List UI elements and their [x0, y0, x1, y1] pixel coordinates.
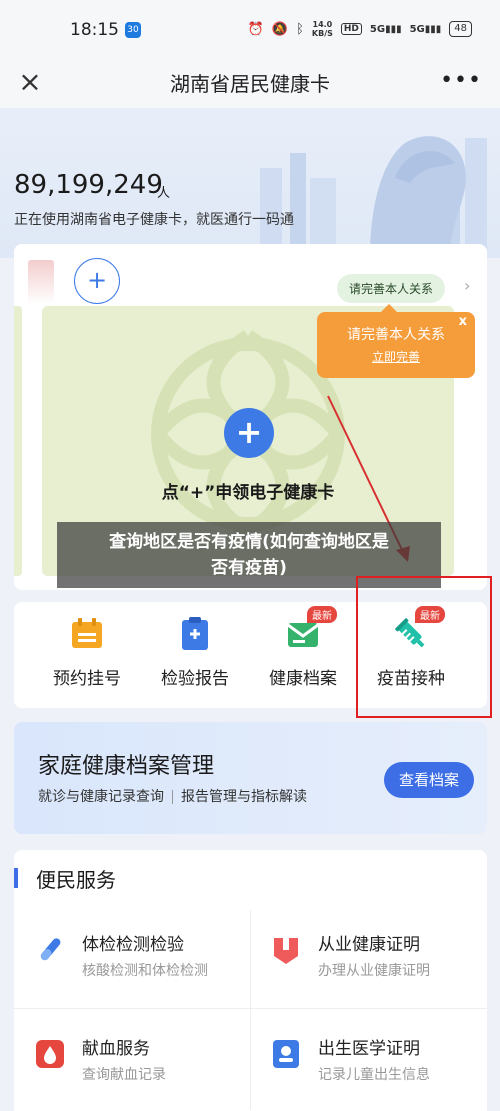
status-bar: 18:15 30 ⏰ 🔕 ᛒ 14.0 KB/S HD 5G▮▮▮ 5G▮▮▮ …: [0, 0, 500, 60]
nav-bar: × 湖南省居民健康卡 •••: [0, 60, 500, 108]
service-report[interactable]: 检验报告: [140, 616, 250, 689]
popup-title: 请完善本人关系: [347, 327, 445, 343]
city-skyline-illustration: [260, 136, 487, 258]
conv-item-physical-exam[interactable]: 体检检测检验 核酸检测和体检检测: [14, 906, 244, 1006]
user-count-unit: 人: [157, 186, 171, 201]
conv-item-title: 献血服务: [82, 1039, 150, 1059]
battery-icon: 48: [449, 21, 472, 37]
relation-popup: 请完善本人关系 立即完善 x: [317, 304, 475, 378]
bluetooth-icon: ᛒ: [296, 21, 304, 37]
archive-icon: 最新: [285, 606, 337, 652]
apply-plus-button[interactable]: +: [224, 408, 274, 458]
hd-icon: HD: [340, 23, 362, 35]
archive-subtitle: 就诊与健康记录查询 报告管理与指标解读: [38, 786, 307, 806]
more-icon[interactable]: •••: [440, 68, 482, 93]
archive-sub-1: 就诊与健康记录查询: [38, 789, 164, 805]
hero-banner: 89,199,249 人 正在使用湖南省电子健康卡，就医通行一码通: [0, 108, 500, 258]
status-time: 18:15: [70, 20, 119, 40]
popup-link[interactable]: 立即完善: [317, 348, 475, 365]
net-speed-unit: KB/S: [311, 29, 333, 38]
section-accent-bar: [14, 868, 18, 888]
conv-item-title: 从业健康证明: [318, 935, 420, 955]
status-icons: ⏰ 🔕 ᛒ 14.0 KB/S HD 5G▮▮▮ 5G▮▮▮ 48: [248, 20, 472, 38]
service-appointment[interactable]: 预约挂号: [32, 616, 142, 689]
conv-item-sub: 查询献血记录: [82, 1067, 166, 1083]
mute-icon: 🔕: [271, 21, 289, 37]
chevron-right-icon[interactable]: ›: [464, 276, 470, 295]
conv-item-sub: 记录儿童出生信息: [318, 1067, 430, 1083]
user-count: 89,199,249: [14, 170, 163, 200]
new-badge: 最新: [307, 606, 337, 623]
prev-card-strip[interactable]: [14, 306, 22, 576]
relation-pill[interactable]: 请完善本人关系: [337, 274, 446, 303]
highlight-frame: [356, 576, 492, 718]
popup-close-icon[interactable]: x: [459, 314, 467, 329]
archive-title: 家庭健康档案管理: [38, 754, 215, 779]
divider: [172, 790, 173, 804]
view-archive-button[interactable]: 查看档案: [384, 762, 474, 798]
family-archive-card[interactable]: 家庭健康档案管理 就诊与健康记录查询 报告管理与指标解读 查看档案: [14, 722, 487, 834]
blood-drop-icon: [36, 1040, 64, 1068]
conv-item-blood[interactable]: 献血服务 查询献血记录: [14, 1010, 244, 1110]
test-tube-icon: [40, 938, 61, 961]
id-badge-icon: [274, 938, 298, 964]
conv-item-sub: 办理从业健康证明: [318, 963, 430, 979]
card-thumbnail[interactable]: [28, 260, 54, 304]
net-speed: 14.0 KB/S: [312, 20, 333, 38]
conv-item-health-cert[interactable]: 从业健康证明 办理从业健康证明: [250, 906, 480, 1006]
convenience-services: 便民服务 体检检测检验 核酸检测和体检检测 从业健康证明 办理从业健康证明 献血…: [14, 850, 487, 1111]
signal-icon-2: 5G▮▮▮: [409, 23, 442, 35]
service-label: 健康档案: [269, 669, 337, 689]
service-label: 检验报告: [161, 669, 229, 689]
alarm-icon: ⏰: [247, 21, 264, 37]
signal-icon: 5G▮▮▮: [369, 23, 402, 35]
calendar-icon: [69, 616, 105, 652]
conv-item-title: 体检检测检验: [82, 935, 184, 955]
overlay-line-1: 查询地区是否有疫情(如何查询地区是: [109, 532, 389, 552]
divider: [14, 1008, 487, 1009]
section-title: 便民服务: [36, 868, 116, 892]
report-icon: [177, 616, 213, 652]
archive-sub-2: 报告管理与指标解读: [181, 789, 307, 805]
conv-item-birth-cert[interactable]: 出生医学证明 记录儿童出生信息: [250, 1010, 480, 1110]
conv-item-title: 出生医学证明: [318, 1039, 420, 1059]
hero-subtitle: 正在使用湖南省电子健康卡，就医通行一码通: [14, 212, 294, 228]
person-card-icon: [273, 1040, 299, 1068]
notification-badge-icon: 30: [125, 22, 141, 38]
service-archive[interactable]: 最新 健康档案: [248, 606, 358, 689]
add-card-button[interactable]: +: [74, 258, 120, 304]
service-label: 预约挂号: [53, 669, 121, 689]
page-title: 湖南省居民健康卡: [170, 72, 330, 96]
net-speed-value: 14.0: [312, 20, 333, 29]
conv-item-sub: 核酸检测和体检检测: [82, 963, 208, 979]
